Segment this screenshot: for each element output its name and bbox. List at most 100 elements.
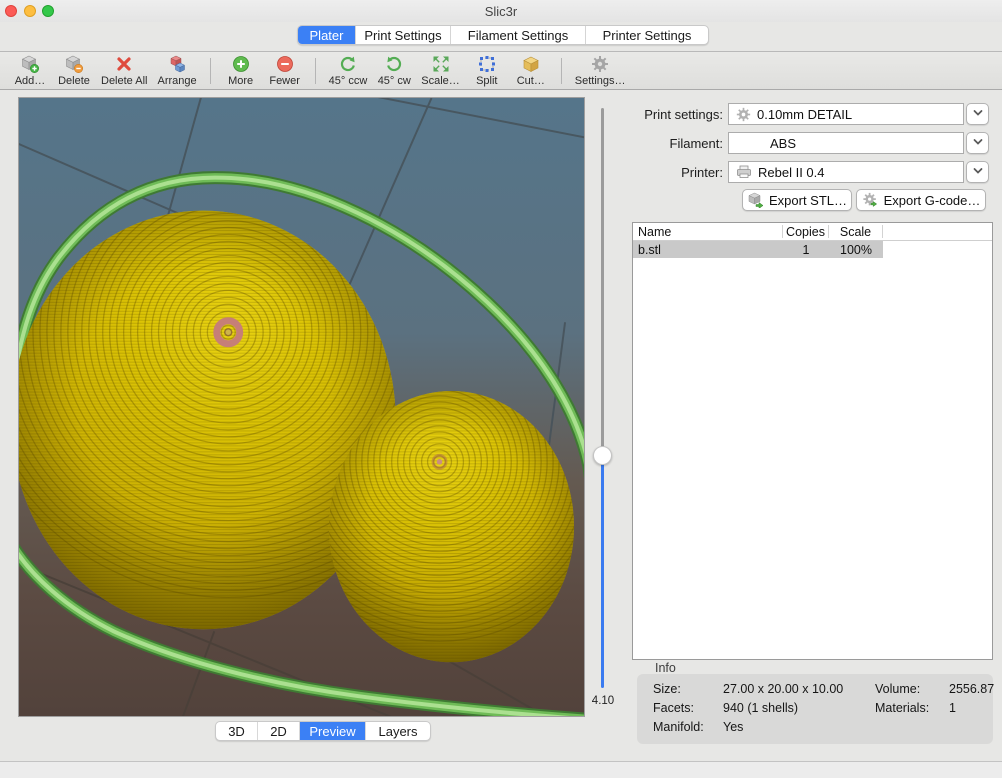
info-panel: Size: 27.00 x 20.00 x 10.00 Volume: 2556… <box>637 674 993 744</box>
info-panel-title: Info <box>655 661 676 675</box>
toolbar-label: Settings… <box>575 75 626 87</box>
printer-value: Rebel II 0.4 <box>758 165 825 180</box>
rotate-ccw-icon <box>339 55 357 74</box>
tab-3d[interactable]: 3D <box>216 722 258 740</box>
window-title: Slic3r <box>0 4 1002 19</box>
info-facets-label: Facets: <box>653 701 723 720</box>
rotate-cw-button[interactable]: 45° cw <box>377 53 411 89</box>
tab-layers[interactable]: Layers <box>366 722 430 740</box>
info-manifold-label: Manifold: <box>653 720 723 739</box>
tab-print-settings[interactable]: Print Settings <box>356 26 451 44</box>
red-minus-circle-icon <box>276 55 294 74</box>
toolbar-label: Arrange <box>157 75 196 87</box>
layer-slider-track[interactable] <box>601 108 604 448</box>
printer-icon <box>736 165 752 179</box>
add-button[interactable]: Add… <box>13 53 47 89</box>
tab-2d[interactable]: 2D <box>258 722 300 740</box>
toolbar-label: 45° cw <box>378 75 411 87</box>
object-copies-cell: 1 <box>783 241 829 258</box>
layer-slider-track-filled[interactable] <box>601 463 604 688</box>
toolbar-label: More <box>228 75 253 87</box>
tab-plater[interactable]: Plater <box>298 26 356 44</box>
more-button[interactable]: More <box>224 53 258 89</box>
object-name-cell: b.stl <box>633 241 783 258</box>
object-row[interactable]: b.stl 1 100% <box>633 241 992 258</box>
toolbar-label: Add… <box>15 75 46 87</box>
toolbar-separator <box>561 58 562 84</box>
filament-dropdown-button[interactable] <box>966 132 989 154</box>
info-materials-value: 1 <box>949 701 994 720</box>
toolbar-label: Delete All <box>101 75 147 87</box>
cut-button[interactable]: Cut… <box>514 53 548 89</box>
3d-preview-scene <box>19 98 584 716</box>
export-gcode-label: Export G-code… <box>884 193 981 208</box>
toolbar-label: Cut… <box>517 75 545 87</box>
toolbar-label: 45° ccw <box>329 75 368 87</box>
printer-combobox[interactable]: Rebel II 0.4 <box>728 161 964 183</box>
printer-label: Printer: <box>608 165 723 180</box>
view-mode-tabs: 3D 2D Preview Layers <box>215 721 431 741</box>
fewer-button[interactable]: Fewer <box>268 53 302 89</box>
chevron-down-icon <box>972 105 984 123</box>
green-plus-circle-icon <box>232 55 250 74</box>
chevron-down-icon <box>972 134 984 152</box>
print-settings-combobox[interactable]: 0.10mm DETAIL <box>728 103 964 125</box>
filament-value: ABS <box>770 136 796 151</box>
info-materials-label: Materials: <box>875 701 949 720</box>
layer-slider-value: 4.10 <box>586 695 620 707</box>
toolbar: Add… Delete Delete All <box>0 51 1002 90</box>
print-settings-dropdown-button[interactable] <box>966 103 989 125</box>
gear-icon <box>736 107 751 122</box>
object-scale-cell: 100% <box>829 241 883 258</box>
arrange-button[interactable]: Arrange <box>157 53 196 89</box>
red-x-icon <box>115 55 133 74</box>
info-volume-label: Volume: <box>875 682 949 701</box>
export-gcode-icon <box>862 192 879 208</box>
toolbar-label: Delete <box>58 75 90 87</box>
toolbar-label: Split <box>476 75 497 87</box>
info-facets-value: 940 (1 shells) <box>723 701 875 720</box>
export-gcode-button[interactable]: Export G-code… <box>856 189 986 211</box>
column-header-name[interactable]: Name <box>633 225 783 238</box>
object-list: Name Copies Scale b.stl 1 100% <box>632 222 993 660</box>
status-bar <box>0 761 1002 778</box>
print-settings-value: 0.10mm DETAIL <box>757 107 852 122</box>
export-stl-label: Export STL… <box>769 193 847 208</box>
tab-printer-settings[interactable]: Printer Settings <box>586 26 708 44</box>
scale-button[interactable]: Scale… <box>421 53 460 89</box>
titlebar: Slic3r <box>0 0 1002 22</box>
chevron-down-icon <box>972 163 984 181</box>
filament-label: Filament: <box>608 136 723 151</box>
toolbar-separator <box>315 58 316 84</box>
toolbar-separator <box>210 58 211 84</box>
cube-plus-icon <box>20 55 40 74</box>
scale-arrows-icon <box>432 55 450 74</box>
printer-dropdown-button[interactable] <box>966 161 989 183</box>
print-settings-label: Print settings: <box>608 107 723 122</box>
split-button[interactable]: Split <box>470 53 504 89</box>
rotate-cw-icon <box>385 55 403 74</box>
toolbar-label: Scale… <box>421 75 460 87</box>
filament-combobox[interactable]: ABS <box>728 132 964 154</box>
tab-preview[interactable]: Preview <box>300 722 366 740</box>
settings-button[interactable]: Settings… <box>575 53 626 89</box>
layer-slider-handle[interactable] <box>593 446 612 465</box>
column-header-copies[interactable]: Copies <box>783 225 829 238</box>
info-size-value: 27.00 x 20.00 x 10.00 <box>723 682 875 701</box>
gear-icon <box>591 55 609 74</box>
cube-minus-icon <box>64 55 84 74</box>
info-volume-value: 2556.87 <box>949 682 994 701</box>
arrange-cubes-icon <box>167 55 187 74</box>
toolbar-label: Fewer <box>269 75 300 87</box>
main-tab-bar: Plater Print Settings Filament Settings … <box>297 25 709 45</box>
delete-all-button[interactable]: Delete All <box>101 53 147 89</box>
split-dots-icon <box>478 55 496 74</box>
3d-preview-viewport[interactable] <box>18 97 585 717</box>
info-size-label: Size: <box>653 682 723 701</box>
delete-button[interactable]: Delete <box>57 53 91 89</box>
column-header-scale[interactable]: Scale <box>829 225 883 238</box>
rotate-ccw-button[interactable]: 45° ccw <box>329 53 368 89</box>
info-manifold-value: Yes <box>723 720 875 739</box>
tab-filament-settings[interactable]: Filament Settings <box>451 26 586 44</box>
export-stl-button[interactable]: Export STL… <box>742 189 852 211</box>
